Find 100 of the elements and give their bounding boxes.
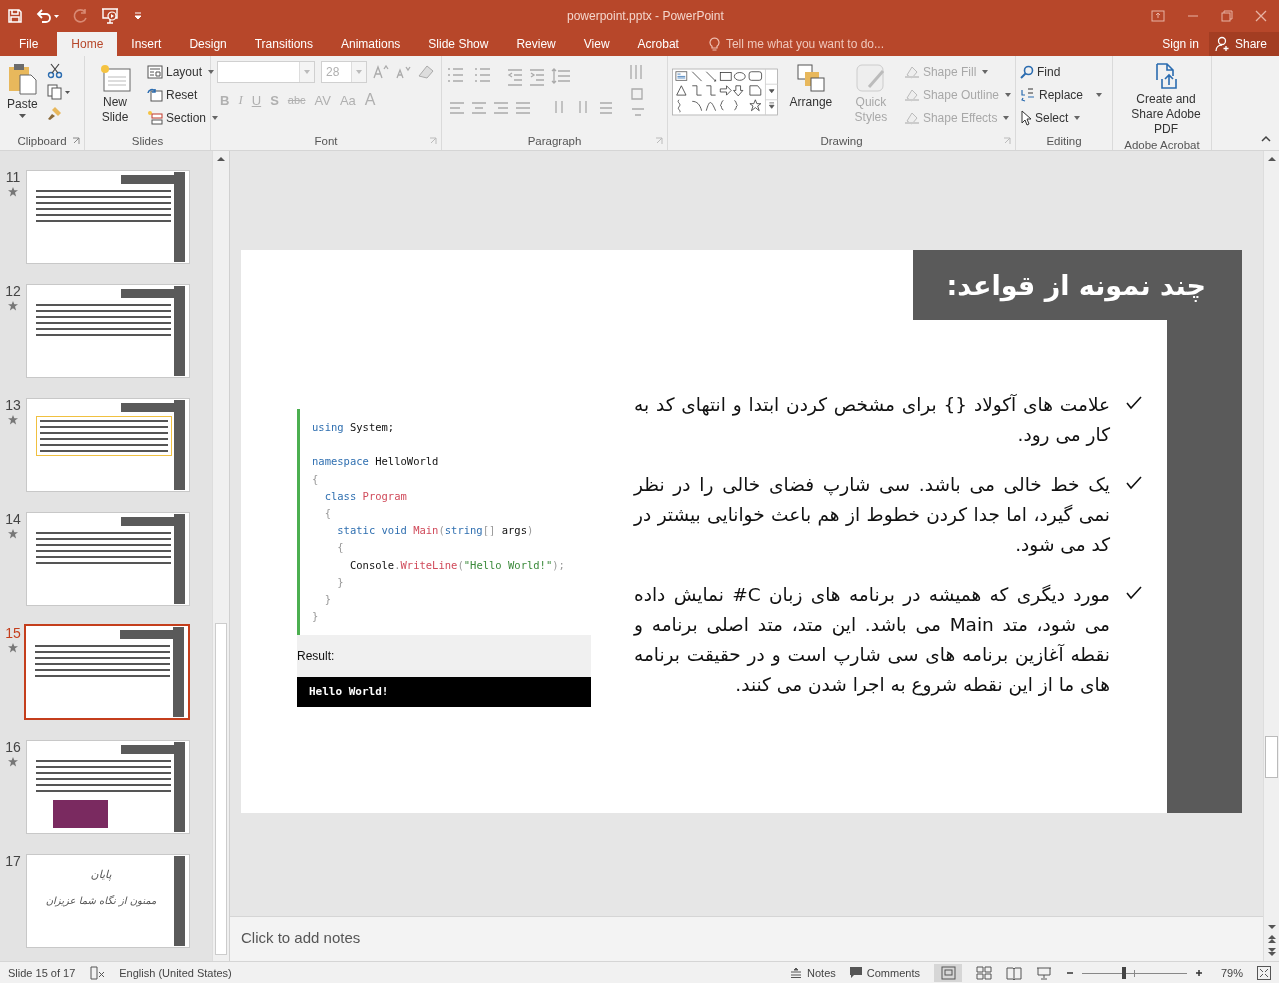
scroll-up-icon[interactable] (1266, 155, 1277, 163)
section-button[interactable]: Section (147, 109, 219, 127)
result-label: Result: (297, 635, 591, 678)
layout-button[interactable]: Layout (147, 63, 219, 81)
ribbon-tab[interactable]: Insert (117, 32, 176, 56)
ribbon-display-icon[interactable] (1151, 10, 1165, 22)
scissors-icon[interactable] (46, 63, 63, 79)
new-slide-button[interactable]: New Slide (89, 61, 141, 127)
code-line: static void Main(string[] args) (336, 523, 535, 539)
zoom-in-icon[interactable] (1194, 968, 1203, 977)
ribbon-tab[interactable]: Animations (327, 32, 415, 56)
slide-number: 13 (5, 398, 21, 412)
group-label: Drawing (820, 135, 863, 147)
ribbon-tab[interactable]: Review (502, 32, 570, 56)
photo-placeholder (53, 800, 108, 828)
save-icon[interactable] (7, 8, 23, 24)
reset-button[interactable]: Reset (147, 86, 219, 104)
slide-thumbnail[interactable] (26, 284, 190, 378)
ribbon-tab[interactable]: Slide Show (414, 32, 503, 56)
code-line: } (336, 574, 345, 590)
thumbnail-title: پایان (90, 868, 112, 881)
next-slide-icon[interactable] (1266, 947, 1277, 957)
slide-thumbnail[interactable]: پایان ممنون از نگاه شما عزیزان (26, 854, 190, 948)
share-button[interactable]: Share (1208, 32, 1279, 56)
bullet-text: علامت های آکولاد {} برای مشخص کردن ابتدا و انتهای کد به کار می رود. (634, 393, 1110, 448)
copy-icon[interactable] (46, 84, 71, 100)
collapse-ribbon-icon[interactable] (1261, 135, 1271, 142)
person-add-icon (1214, 36, 1231, 52)
slide-thumbnail[interactable] (26, 512, 190, 606)
shape-format-icon (903, 65, 920, 79)
ribbon-tab[interactable]: Design (175, 32, 241, 56)
format-painter-icon[interactable] (46, 105, 63, 121)
zoom-level[interactable]: 79% (1220, 966, 1243, 979)
shape-format-icon (903, 111, 920, 125)
ribbon-tab[interactable]: Transitions (240, 32, 327, 56)
ribbon-tab[interactable]: Home (57, 32, 118, 56)
ribbon-tab[interactable]: Acrobat (623, 32, 693, 56)
group-label: Clipboard (17, 135, 67, 147)
bullet-text: یک خط خالی می باشد. سی شارپ فضای خالی را در نظر نمی گیرد، اما جدا کردن خطوط از هم باعث خوانایی بیشتر در کد می شود. (634, 473, 1110, 558)
checkmark-icon (1126, 396, 1142, 410)
bullet-text: مورد دیگری که همیشه در برنامه های زبان C# نمایش داده می شود، متد Main می باشد. این متد، متد اصلی برنامه و نقطه آغازین برنامه های سی شارپ است و در حقیقت برنامه های ما از این نقطه شروع به اجرا شدن می کنند. (634, 583, 1110, 698)
search-icon (1020, 65, 1034, 79)
slide-number: 12 (5, 284, 21, 298)
checkmark-icon (1126, 586, 1142, 600)
create-pdf-button[interactable]: Create and Share Adobe PDF (1117, 61, 1215, 139)
normal-view-icon[interactable] (933, 963, 962, 982)
replace-button[interactable]: Replace (1020, 86, 1103, 104)
caret-icon (18, 114, 26, 118)
find-button[interactable]: Find (1020, 63, 1103, 81)
group-label: Font (314, 135, 338, 147)
zoom-slider[interactable] (1081, 966, 1187, 979)
customize-caret-icon[interactable] (133, 11, 143, 21)
notes-button[interactable]: Notes (790, 966, 836, 979)
dialog-launcher-icon[interactable] (72, 137, 80, 145)
ribbon-tab[interactable]: File (0, 32, 58, 56)
scroll-down-icon[interactable] (1266, 923, 1277, 931)
comment-icon (849, 967, 862, 978)
group-label: Paragraph (527, 135, 582, 147)
tell-me-field[interactable]: Tell me what you want to do... (708, 32, 929, 56)
paste-button[interactable]: Paste (4, 61, 41, 120)
presenter-icon[interactable] (1035, 965, 1052, 980)
reading-view-icon[interactable] (1005, 965, 1022, 980)
checkmark-icon (1126, 476, 1142, 490)
section-icon (147, 110, 163, 126)
window-title: powerpoint.pptx - PowerPoint (567, 9, 725, 23)
code-line: } (323, 591, 332, 607)
group-label: Editing (1046, 135, 1082, 147)
select-button[interactable]: Select (1020, 109, 1103, 127)
brush-icon (854, 63, 887, 93)
drawing-button[interactable]: Arrange (783, 61, 838, 112)
new-slide-icon (99, 63, 131, 93)
fit-slide-icon[interactable] (1257, 965, 1271, 980)
scrollbar-thumb[interactable] (215, 623, 227, 955)
code-line: Console.WriteLine("Hello World!"); (348, 557, 566, 573)
slideshow-icon[interactable] (101, 7, 121, 25)
code-line: namespace HelloWorld (312, 454, 440, 470)
replace-icon (1020, 87, 1036, 103)
notes-field[interactable]: Click to add notes (230, 916, 1263, 961)
scrollbar-thumb[interactable] (1265, 736, 1278, 778)
slide-thumbnail[interactable] (26, 398, 190, 492)
spelling-check-icon[interactable] (89, 965, 106, 980)
code-line: } (312, 609, 320, 625)
ribbon-tab[interactable]: View (569, 32, 624, 56)
slide-number: 16 (5, 740, 21, 754)
notes-icon (790, 967, 803, 978)
previous-slide-icon[interactable] (1266, 934, 1277, 944)
slide-thumbnail[interactable] (26, 740, 190, 834)
sign-in-link[interactable]: Sign in (1152, 32, 1209, 56)
language-label[interactable]: English (United States) (119, 966, 232, 979)
undo-icon[interactable] (35, 8, 61, 24)
slide-sorter-icon[interactable] (975, 965, 992, 980)
comments-button[interactable]: Comments (849, 966, 920, 979)
clipboard-icon (7, 63, 38, 95)
code-line: using System; (312, 420, 396, 435)
slide-thumbnail[interactable] (26, 170, 190, 264)
scroll-up-icon[interactable] (216, 155, 226, 163)
slide-number: 14 (5, 512, 21, 526)
slide-thumbnail[interactable] (24, 624, 190, 720)
close-icon[interactable] (1255, 10, 1267, 22)
slide-number: 11 (5, 170, 21, 184)
